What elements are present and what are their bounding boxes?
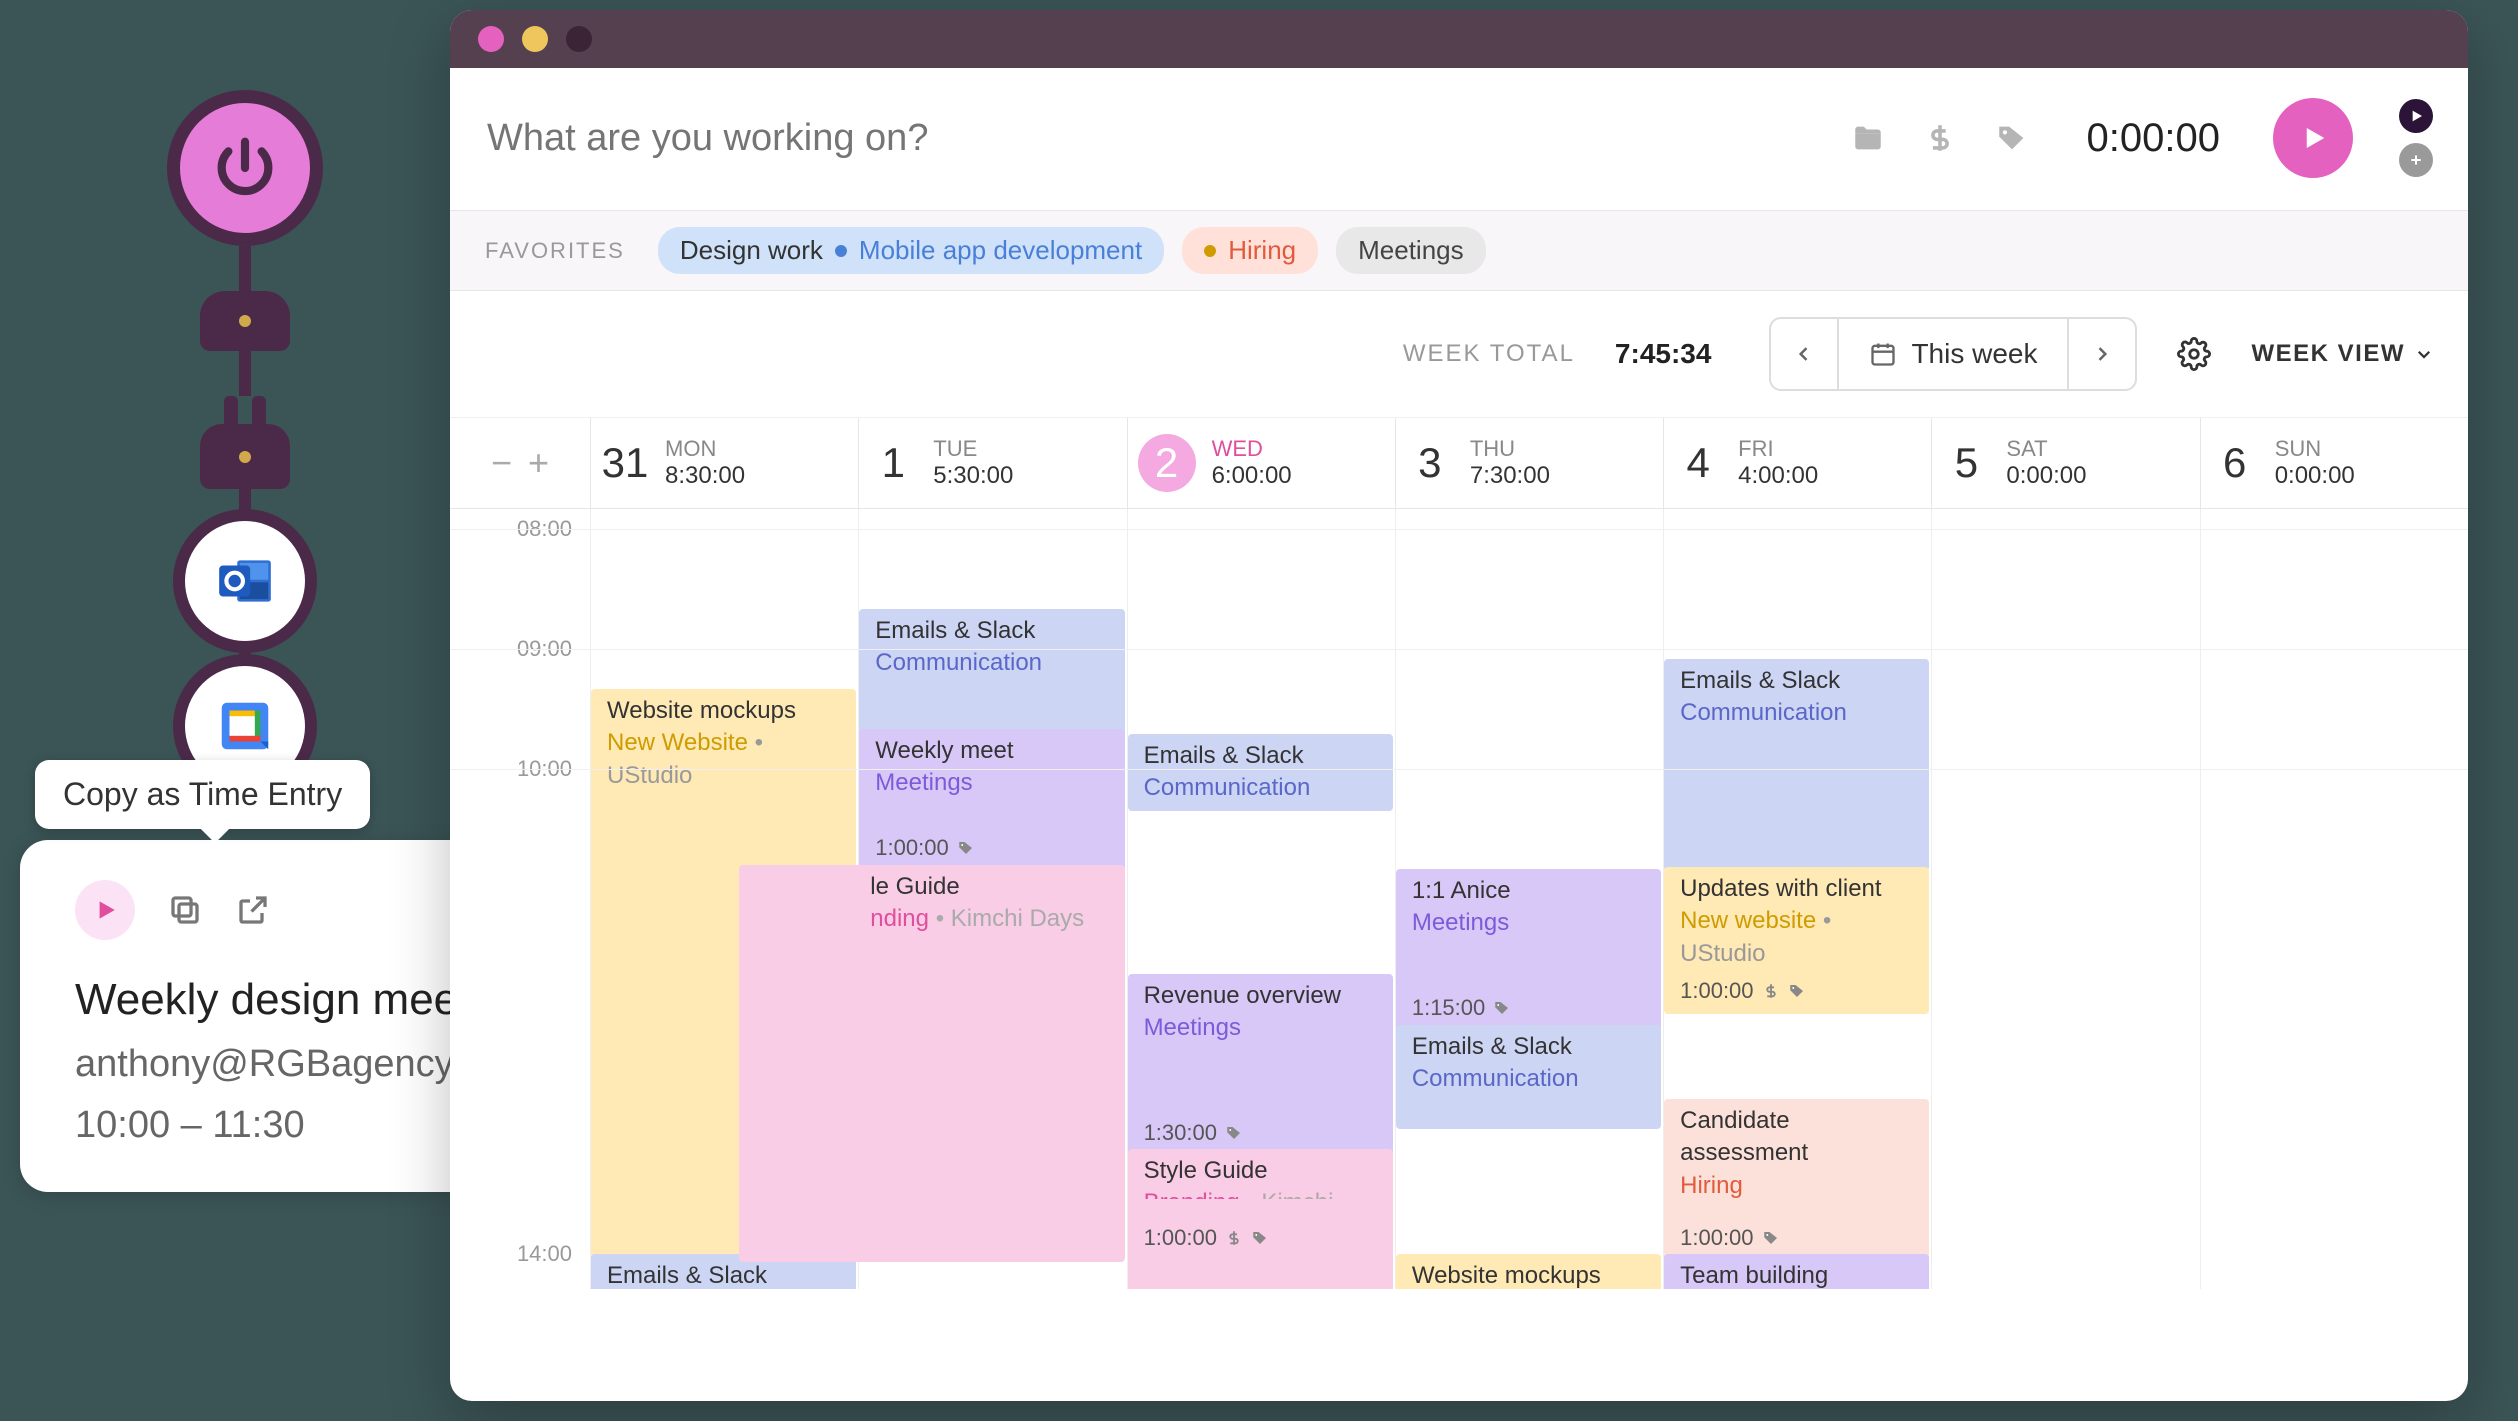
- week-total-label: WEEK TOTAL: [1403, 340, 1575, 368]
- time-entry-row: 0:00:00: [450, 68, 2468, 211]
- prev-period-button[interactable]: [1771, 319, 1839, 389]
- hour-gutter: 08:00 09:00 10:00 14:00: [450, 509, 590, 1289]
- col-sat[interactable]: [1931, 509, 2199, 1289]
- outlook-icon: [214, 550, 276, 612]
- window-titlebar: [450, 10, 2468, 68]
- day-header-sun[interactable]: 6SUN0:00:00: [2200, 418, 2468, 508]
- folder-icon[interactable]: [1851, 121, 1885, 155]
- day-header-fri[interactable]: 4FRI4:00:00: [1663, 418, 1931, 508]
- calendar-event[interactable]: le Guidending • Kimchi Days: [739, 865, 1124, 1262]
- google-calendar-icon: [214, 695, 276, 757]
- start-timer-button[interactable]: [75, 880, 135, 940]
- calendar-event[interactable]: Emails & SlackCommunication: [859, 609, 1124, 736]
- col-thu[interactable]: 1:1 AniceMeetings1:15:00Emails & SlackCo…: [1395, 509, 1663, 1289]
- day-header-wed[interactable]: 2WED6:00:00: [1127, 418, 1395, 508]
- day-header-row: − + 31MON8:30:00 1TUE5:30:00 2WED6:00:00…: [450, 418, 2468, 509]
- col-fri[interactable]: Emails & SlackCommunicationUpdates with …: [1663, 509, 1931, 1289]
- outlook-integration[interactable]: [173, 509, 317, 653]
- play-icon: [2408, 108, 2424, 124]
- zoom-out-button[interactable]: −: [491, 442, 512, 484]
- calendar-event[interactable]: Emails & SlackCommunication: [1664, 659, 1929, 871]
- copy-icon[interactable]: [167, 892, 203, 928]
- play-icon: [2298, 123, 2328, 153]
- app-window: 0:00:00 FAVORITES Design work Mobile app…: [450, 10, 2468, 1401]
- calendar-event[interactable]: Emails & SlackCommunication: [1396, 1025, 1661, 1129]
- integration-rail: [160, 90, 330, 709]
- favorites-label: FAVORITES: [485, 238, 625, 264]
- start-button[interactable]: [2273, 98, 2353, 178]
- plug-node: [200, 396, 290, 489]
- billable-icon[interactable]: [1923, 121, 1957, 155]
- week-total-value: 7:45:34: [1615, 338, 1712, 370]
- calendar-toolbar: WEEK TOTAL 7:45:34 This week WEEK VIEW: [450, 291, 2468, 418]
- calendar-event[interactable]: Emails & SlackCommunication: [1128, 734, 1393, 811]
- favorite-meetings[interactable]: Meetings: [1336, 227, 1486, 274]
- period-picker-button[interactable]: This week: [1839, 319, 2067, 389]
- view-selector[interactable]: WEEK VIEW: [2251, 340, 2433, 368]
- calendar-event[interactable]: 1:00:00: [1128, 1199, 1393, 1261]
- calendar-event[interactable]: Team buildingMeetings: [1664, 1254, 1929, 1289]
- tooltip: Copy as Time Entry: [35, 760, 370, 829]
- day-header-mon[interactable]: 31MON8:30:00: [590, 418, 858, 508]
- col-wed[interactable]: Emails & SlackCommunication Revenue overv…: [1127, 509, 1395, 1289]
- day-header-thu[interactable]: 3THU7:30:00: [1395, 418, 1663, 508]
- open-external-icon[interactable]: [235, 892, 271, 928]
- play-icon: [92, 897, 118, 923]
- col-tue[interactable]: Emails & SlackCommunicationWeekly meetMe…: [858, 509, 1126, 1289]
- manual-mode-button[interactable]: [2399, 99, 2433, 133]
- calendar-event[interactable]: Weekly meetMeetings1:00:00: [859, 729, 1124, 871]
- calendar-event[interactable]: Revenue overviewMeetings1:30:00: [1128, 974, 1393, 1156]
- chevron-down-icon: [2415, 345, 2433, 363]
- day-header-sat[interactable]: 5SAT0:00:00: [1931, 418, 2199, 508]
- settings-icon[interactable]: [2177, 337, 2211, 371]
- calendar-event[interactable]: Website mockupsNew website • UStudio: [1396, 1254, 1661, 1289]
- zoom-in-button[interactable]: +: [528, 442, 549, 484]
- calendar-event[interactable]: 1:1 AniceMeetings1:15:00: [1396, 869, 1661, 1031]
- favorite-design-work[interactable]: Design work Mobile app development: [658, 227, 1164, 274]
- plus-icon: [2408, 152, 2424, 168]
- col-sun[interactable]: [2200, 509, 2468, 1289]
- chevron-right-icon: [2092, 344, 2112, 364]
- calendar-grid: 08:00 09:00 10:00 14:00 Website mockupsN…: [450, 509, 2468, 1289]
- traffic-light-close[interactable]: [478, 26, 504, 52]
- module-node: [200, 291, 290, 351]
- period-nav: This week: [1769, 317, 2137, 391]
- power-icon: [210, 133, 280, 203]
- toggl-power-node[interactable]: [167, 90, 323, 246]
- chevron-left-icon: [1794, 344, 1814, 364]
- traffic-light-zoom[interactable]: [566, 26, 592, 52]
- tag-icon[interactable]: [1995, 121, 2029, 155]
- traffic-light-minimize[interactable]: [522, 26, 548, 52]
- calendar-icon: [1869, 340, 1897, 368]
- favorites-bar: FAVORITES Design work Mobile app develop…: [450, 211, 2468, 291]
- add-button[interactable]: [2399, 143, 2433, 177]
- favorite-hiring[interactable]: Hiring: [1182, 227, 1318, 274]
- entry-description-input[interactable]: [485, 116, 1831, 161]
- calendar-event[interactable]: Updates with clientNew website • UStudio…: [1664, 867, 1929, 1014]
- timer-display: 0:00:00: [2087, 116, 2220, 161]
- next-period-button[interactable]: [2067, 319, 2135, 389]
- calendar-event[interactable]: Candidate assessmentHiring1:00:00: [1664, 1099, 1929, 1261]
- day-header-tue[interactable]: 1TUE5:30:00: [858, 418, 1126, 508]
